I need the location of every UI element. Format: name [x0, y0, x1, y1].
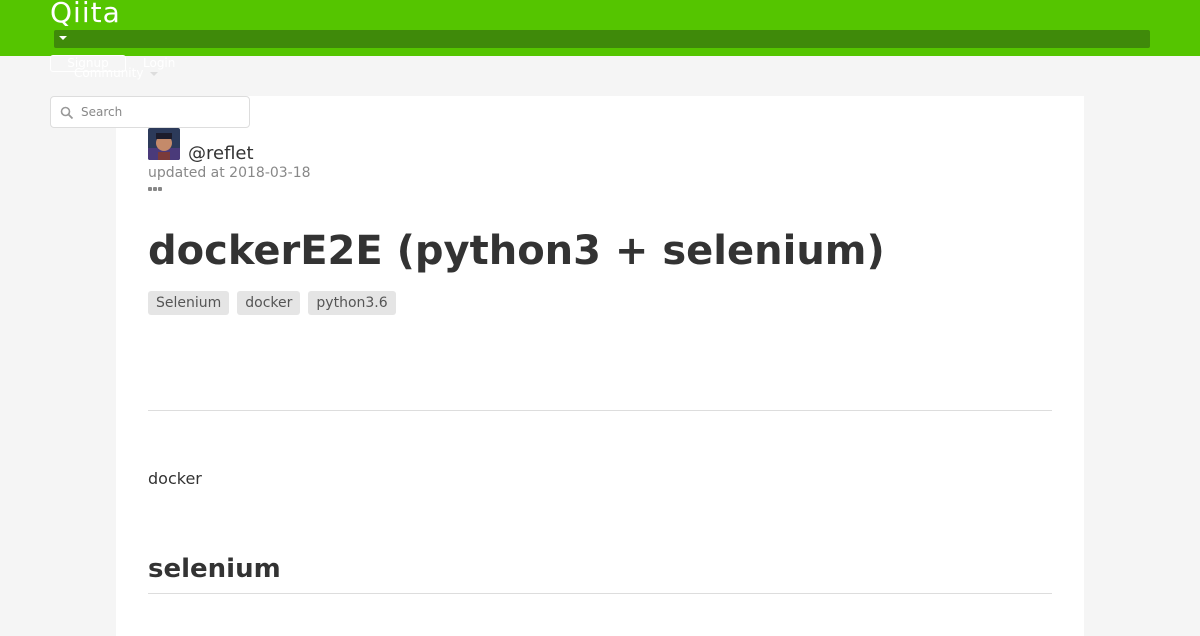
- content-divider: [148, 410, 1052, 411]
- top-navbar: Qiita: [0, 0, 1200, 56]
- article-title: dockerE2E (python3 + selenium): [148, 228, 885, 274]
- qiita-logo[interactable]: Qiita: [50, 0, 121, 30]
- tag-docker[interactable]: docker: [237, 291, 301, 315]
- login-link[interactable]: Login: [143, 56, 175, 71]
- tag-list: Selenium docker python3.6: [148, 291, 396, 315]
- nav-menu-bar[interactable]: [54, 30, 1150, 48]
- more-options-icon[interactable]: [148, 187, 162, 191]
- tag-python[interactable]: python3.6: [308, 291, 396, 315]
- avatar[interactable]: [148, 128, 180, 160]
- caret-down-icon[interactable]: [59, 36, 67, 40]
- article-card: @reflet updated at 2018-03-18 dockerE2E …: [116, 96, 1084, 636]
- section-divider: [148, 593, 1052, 594]
- updated-date: updated at 2018-03-18: [148, 165, 311, 181]
- tag-selenium[interactable]: Selenium: [148, 291, 230, 315]
- search-input[interactable]: [81, 101, 241, 123]
- community-caret-icon[interactable]: [150, 72, 158, 76]
- search-box[interactable]: [50, 96, 250, 128]
- community-menu[interactable]: Community: [74, 66, 143, 81]
- body-paragraph: docker: [148, 469, 202, 488]
- search-icon: [60, 105, 74, 120]
- section-heading: selenium: [148, 554, 281, 584]
- author-username[interactable]: @reflet: [188, 143, 254, 165]
